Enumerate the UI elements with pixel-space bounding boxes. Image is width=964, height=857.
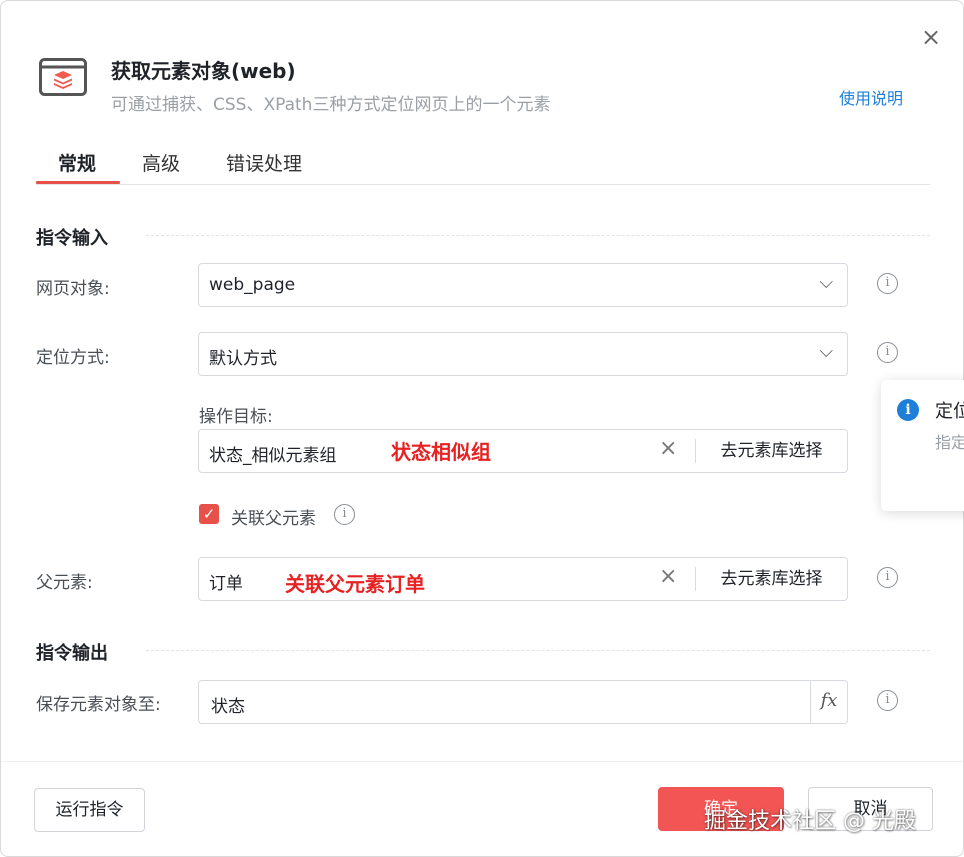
locate-mode-label: 定位方式: (36, 348, 110, 368)
chevron-down-icon: ⌵ (819, 272, 833, 293)
tab-bar: 常规 高级 错误处理 (36, 142, 930, 185)
chevron-down-icon: ⌵ (819, 341, 833, 362)
web-page-label: 网页对象: (36, 279, 110, 299)
fx-icon[interactable]: fx (810, 681, 847, 723)
target-annotation: 状态相似组 (391, 440, 491, 464)
footer-divider (1, 761, 963, 762)
info-icon[interactable]: i (877, 567, 898, 588)
link-parent-checkbox[interactable]: ✓ (199, 504, 219, 524)
browser-layers-icon (39, 58, 87, 96)
target-library-button[interactable]: 去元素库选择 (696, 430, 847, 472)
help-link[interactable]: 使用说明 (839, 85, 903, 109)
get-element-dialog: × 获取元素对象(web) 可通过捕获、CSS、XPath三种方式定位网页上的一… (0, 0, 964, 857)
parent-library-button[interactable]: 去元素库选择 (696, 558, 847, 600)
info-icon[interactable]: i (334, 504, 355, 525)
close-icon[interactable]: × (917, 23, 945, 51)
info-icon[interactable]: i (877, 342, 898, 363)
tooltip-desc: 指定 (935, 433, 964, 452)
info-icon[interactable]: i (877, 690, 898, 711)
section-output-title: 指令输出 (36, 643, 108, 664)
parent-annotation: 关联父元素订单 (285, 572, 425, 596)
watermark: 掘金技术社区 @ 光殿 (704, 809, 916, 834)
web-page-select[interactable]: web_page ⌵ (198, 263, 848, 307)
target-label: 操作目标: (199, 407, 273, 427)
web-page-value: web_page (209, 275, 296, 295)
locate-mode-select[interactable]: 默认方式 ⌵ (198, 332, 848, 376)
clear-icon[interactable]: × (659, 564, 677, 589)
save-to-value: 状态 (211, 697, 245, 717)
tab-general[interactable]: 常规 (58, 149, 96, 176)
info-filled-icon: i (897, 399, 919, 421)
dialog-subtitle: 可通过捕获、CSS、XPath三种方式定位网页上的一个元素 (111, 95, 551, 115)
info-icon[interactable]: i (877, 273, 898, 294)
link-parent-label: 关联父元素 (231, 509, 316, 529)
section-input-title: 指令输入 (36, 228, 108, 249)
target-value: 状态_相似元素组 (209, 446, 337, 466)
tab-error-handling[interactable]: 错误处理 (226, 149, 302, 176)
tooltip-title: 定位 (935, 401, 964, 422)
parent-value: 订单 (209, 574, 243, 594)
tab-advanced[interactable]: 高级 (142, 149, 180, 176)
dialog-title: 获取元素对象(web) (111, 59, 296, 83)
tooltip-popover: i 定位 指定 (881, 380, 964, 511)
save-to-input[interactable]: 状态 fx (198, 680, 848, 724)
clear-icon[interactable]: × (659, 436, 677, 461)
active-tab-indicator (36, 181, 120, 184)
section-divider (146, 235, 930, 236)
parent-label: 父元素: (36, 573, 93, 593)
target-field[interactable]: 状态_相似元素组 × 去元素库选择 (198, 429, 848, 473)
section-divider (146, 650, 930, 651)
locate-mode-value: 默认方式 (209, 349, 277, 369)
save-to-label: 保存元素对象至: (36, 695, 161, 715)
run-command-button[interactable]: 运行指令 (34, 788, 145, 832)
